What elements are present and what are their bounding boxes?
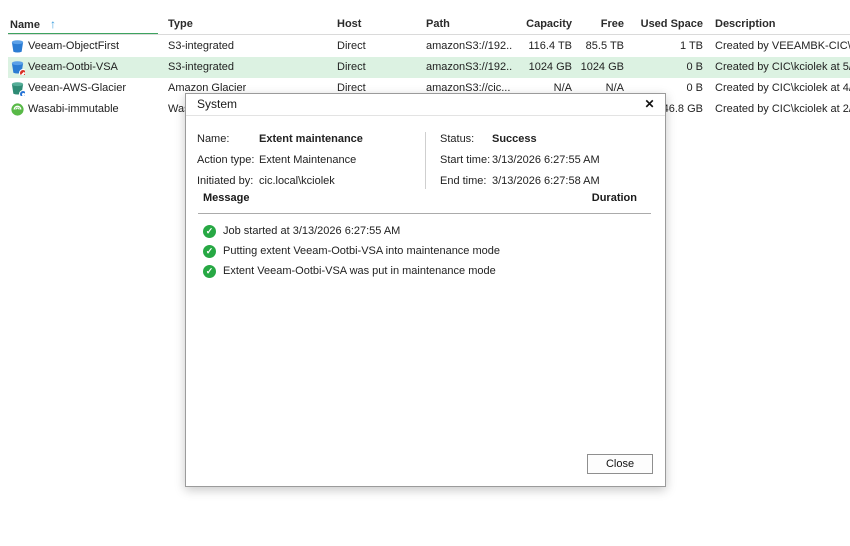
repository-name: Wasabi-immutable [28, 103, 119, 115]
repository-name: Veeam-Ootbi-VSA [28, 61, 118, 73]
column-header-path[interactable]: Path [426, 14, 450, 34]
close-button[interactable]: Close [587, 454, 653, 474]
log-entry-text: Job started at 3/13/2026 6:27:55 AM [223, 225, 401, 237]
dialog-title-divider [186, 115, 665, 116]
field-status-value: Success [492, 133, 537, 145]
log-header-duration: Duration [591, 192, 637, 204]
success-check-icon: ✓ [203, 264, 216, 278]
column-header-name-label: Name [10, 19, 40, 31]
log-entry[interactable]: ✓ Extent Veeam-Ootbi-VSA was put in main… [203, 261, 645, 281]
success-check-icon: ✓ [203, 224, 216, 238]
field-name: Name: Extent maintenance [197, 132, 427, 147]
repository-used-space: 0 B [686, 61, 703, 73]
log-header-message: Message [203, 192, 250, 204]
field-initiated-by-value: cic.local\kciolek [259, 175, 335, 187]
log-entry-text: Extent Veeam-Ootbi-VSA was put in mainte… [223, 265, 496, 277]
repository-description: Created by CIC\kciolek at 2/19 [715, 103, 850, 115]
field-action-type-label: Action type: [197, 154, 255, 166]
column-header-type[interactable]: Type [168, 14, 193, 34]
s3-bucket-icon [10, 39, 25, 54]
glacier-bucket-icon [10, 81, 25, 96]
field-end-time: End time: 3/13/2026 6:27:58 AM [440, 174, 660, 189]
glacier-badge-icon [19, 90, 25, 96]
column-header-host[interactable]: Host [337, 14, 361, 34]
log-entry-text: Putting extent Veeam-Ootbi-VSA into main… [223, 245, 500, 257]
field-start-time: Start time: 3/13/2026 6:27:55 AM [440, 153, 660, 168]
table-row[interactable]: Veeam-ObjectFirst S3-integrated Direct a… [8, 36, 850, 57]
log-header-divider [198, 213, 651, 214]
maintenance-badge-icon [19, 69, 25, 75]
field-start-time-label: Start time: [440, 154, 491, 166]
system-dialog: System ✕ Name: Extent maintenance Action… [185, 93, 666, 487]
table-row-selected[interactable]: Veeam-Ootbi-VSA S3-integrated Direct ama… [8, 57, 850, 78]
column-header-description[interactable]: Description [715, 14, 776, 34]
repository-description: Created by CIC\kciolek at 5/2/ [715, 61, 850, 73]
column-header-name[interactable]: Name ↑ [10, 14, 56, 35]
s3-bucket-maintenance-icon [10, 60, 25, 75]
field-action-type: Action type: Extent Maintenance [197, 153, 427, 168]
repository-type: S3-integrated [168, 61, 235, 73]
repository-name: Veeam-ObjectFirst [28, 40, 120, 52]
field-initiated-by-label: Initiated by: [197, 175, 254, 187]
success-check-icon: ✓ [203, 244, 216, 258]
field-action-type-value: Extent Maintenance [259, 154, 357, 166]
sort-ascending-icon: ↑ [49, 17, 56, 31]
column-header-capacity[interactable]: Capacity [488, 14, 572, 34]
table-header-divider [8, 34, 850, 35]
field-initiated-by: Initiated by: cic.local\kciolek [197, 174, 427, 189]
repository-description: Created by VEEAMBK-CIC\Adm [715, 40, 850, 52]
field-status-label: Status: [440, 133, 475, 145]
dialog-title: System [197, 97, 238, 111]
close-icon[interactable]: ✕ [641, 96, 658, 113]
repository-capacity: 1024 GB [528, 61, 572, 73]
repository-name: Veean-AWS-Glacier [28, 82, 127, 94]
repository-type: S3-integrated [168, 40, 235, 52]
repository-host: Direct [337, 40, 366, 52]
repository-used-space: 1 TB [679, 40, 703, 52]
field-columns-divider [425, 132, 426, 189]
field-end-time-value: 3/13/2026 6:27:58 AM [492, 175, 600, 187]
repository-description: Created by CIC\kciolek at 4/11 [715, 82, 850, 94]
field-status: Status: Success [440, 132, 660, 147]
log-header: Message Duration [186, 191, 665, 206]
field-start-time-value: 3/13/2026 6:27:55 AM [492, 154, 600, 166]
wasabi-icon [10, 102, 25, 117]
field-name-value: Extent maintenance [259, 133, 363, 145]
field-end-time-label: End time: [440, 175, 487, 187]
repository-capacity: 116.4 TB [528, 40, 572, 52]
column-header-used-space[interactable]: Used Space [618, 14, 703, 34]
repository-table-header: Name ↑ Type Host Path Capacity Free Used … [8, 14, 850, 34]
field-name-label: Name: [197, 133, 230, 145]
repository-host: Direct [337, 61, 366, 73]
log-entry[interactable]: ✓ Job started at 3/13/2026 6:27:55 AM [203, 221, 645, 241]
log-entry[interactable]: ✓ Putting extent Veeam-Ootbi-VSA into ma… [203, 241, 645, 261]
